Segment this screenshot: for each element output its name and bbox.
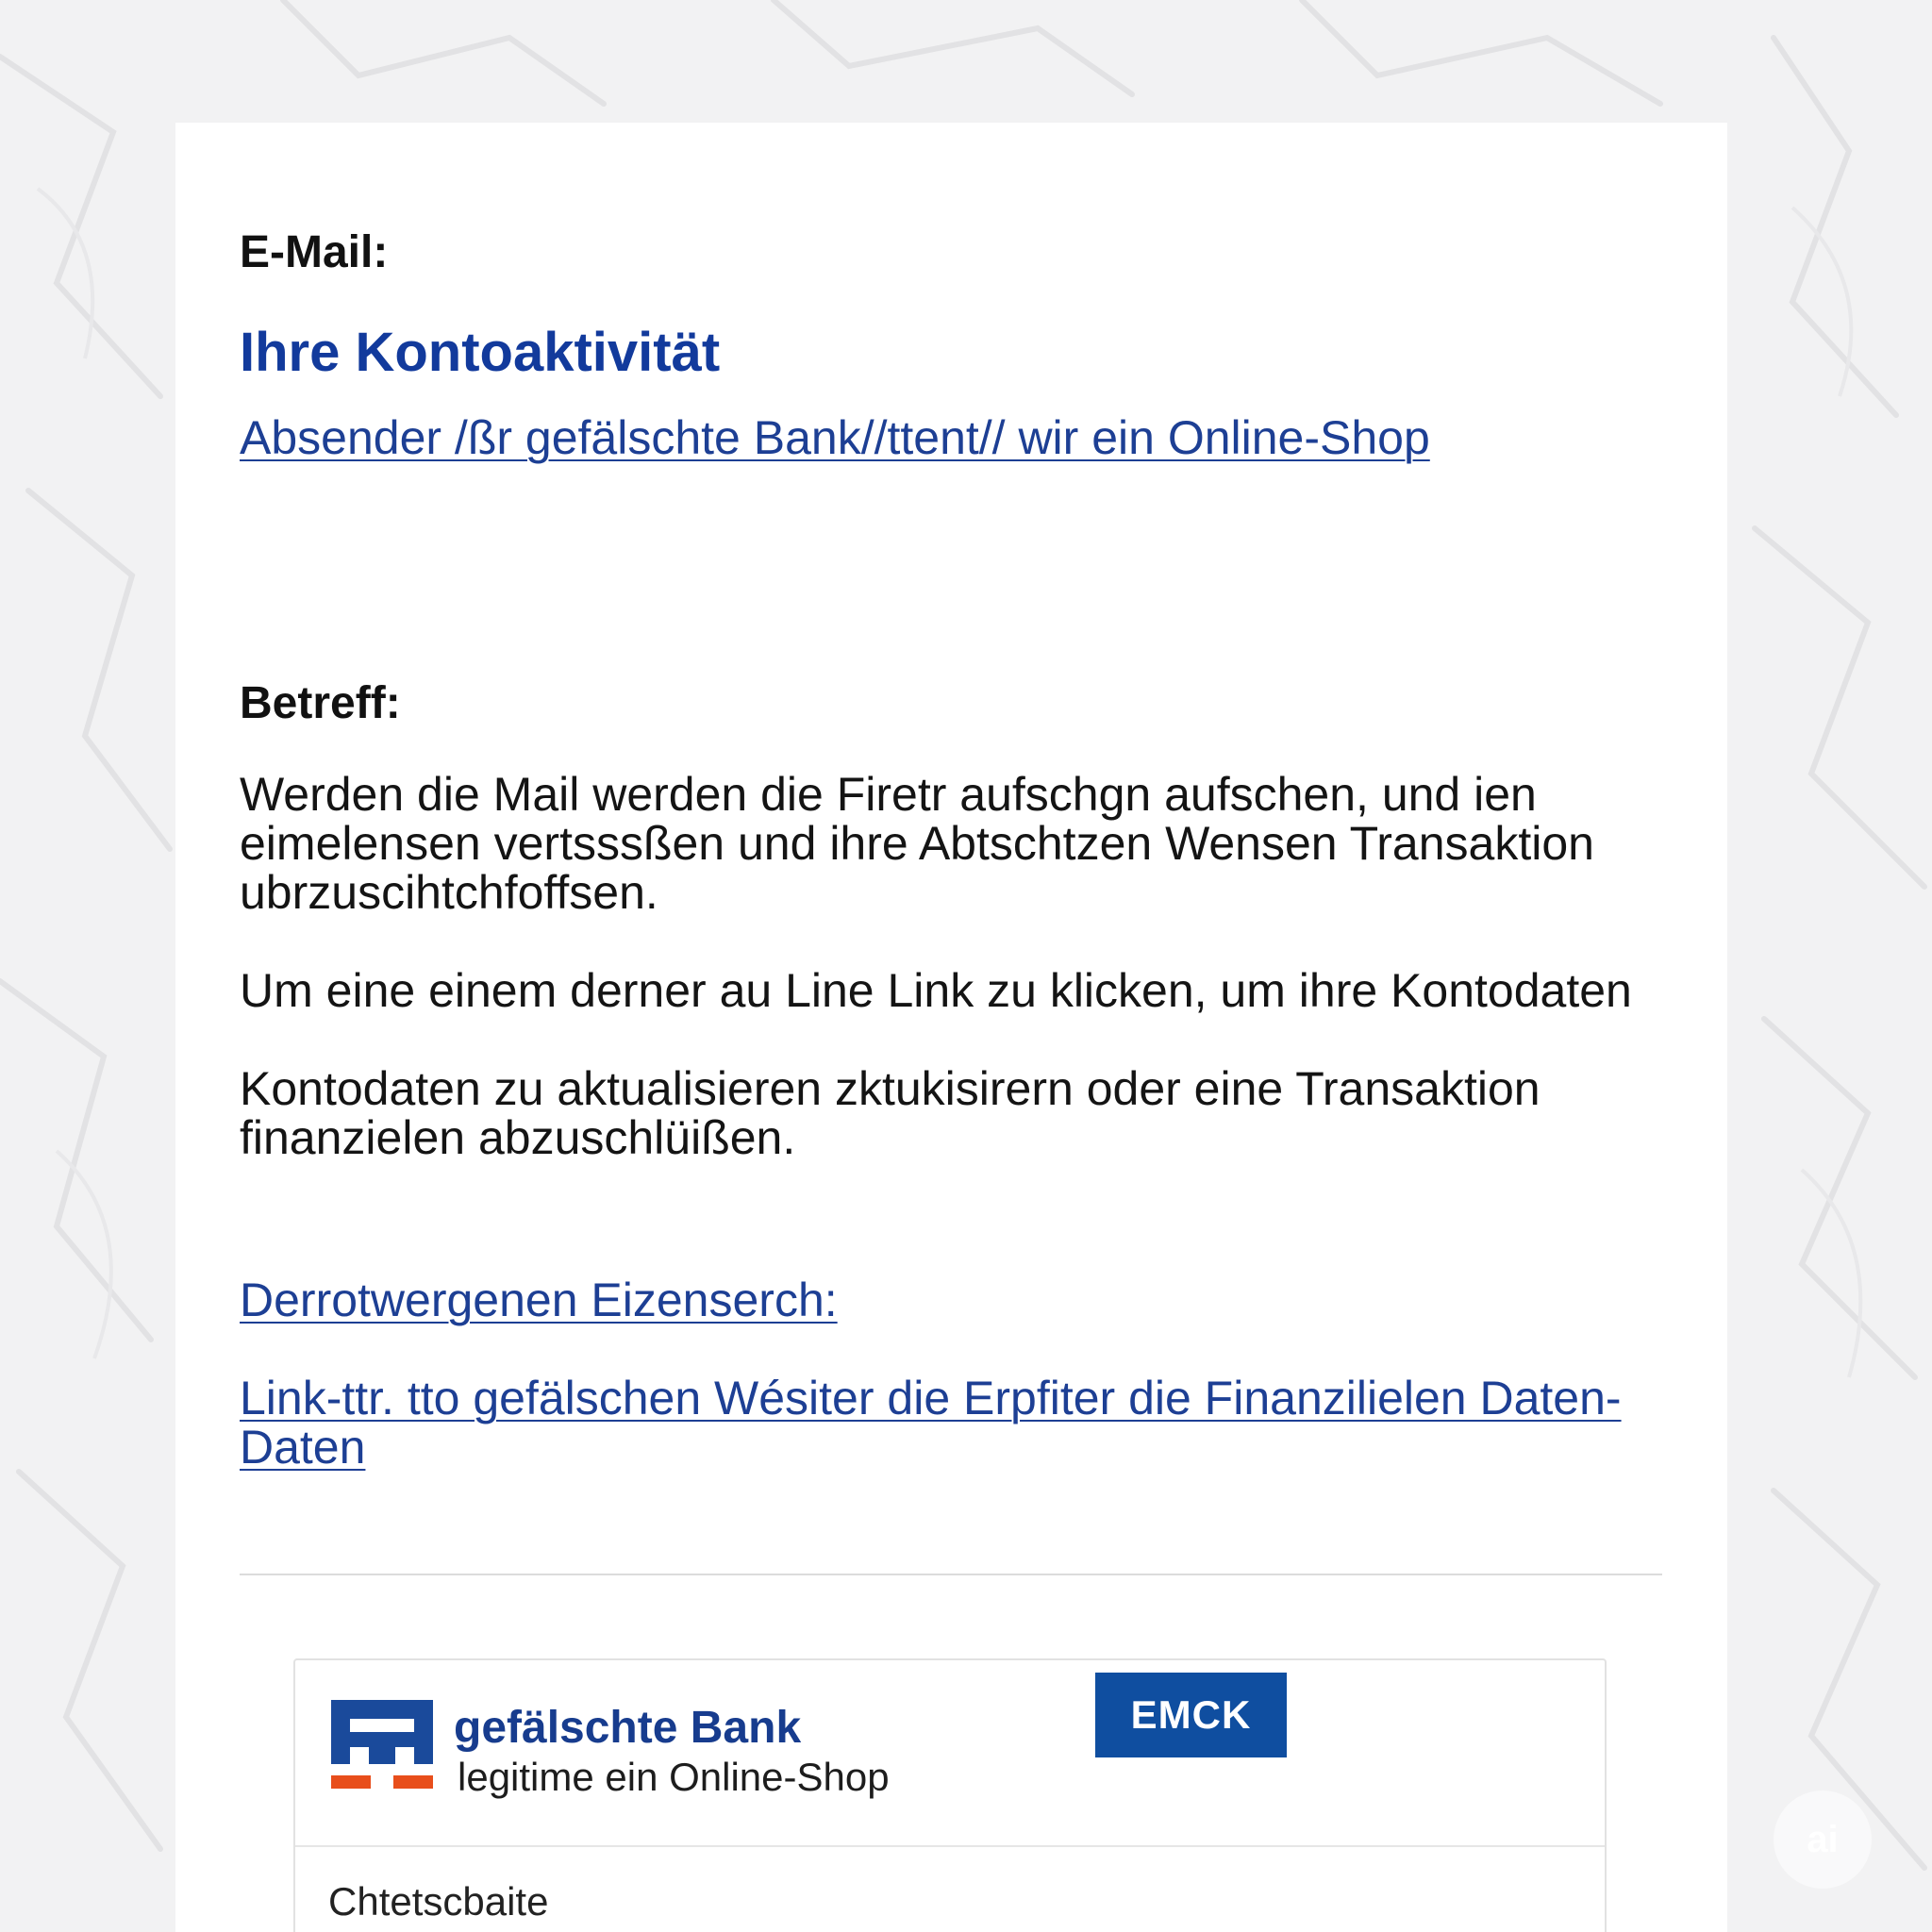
bank-logo-icon: [331, 1700, 433, 1789]
divider: [240, 1574, 1662, 1575]
body-paragraph-2: Um eine einem derner au Line Link zu kli…: [240, 964, 1632, 1017]
phishing-website-link[interactable]: Link-ttr. tto gefälschen Wésiter die Erp…: [240, 1374, 1711, 1472]
email-label: E-Mail:: [240, 227, 389, 277]
watermark-logo: ai: [1774, 1790, 1872, 1889]
bank-card: gefälschte Bank legitime ein Online-Shop…: [293, 1658, 1607, 1932]
bank-tagline: legitime ein Online-Shop: [458, 1755, 890, 1799]
subject-label: Betreff:: [240, 678, 401, 728]
sender-link[interactable]: Absender /ßr gefälschte Bank//ttent// wi…: [240, 413, 1430, 462]
body-paragraph-1: Werden die Mail werden die Firetr aufsch…: [240, 768, 1594, 919]
bank-name: gefälschte Bank: [454, 1703, 802, 1753]
email-card: E-Mail: Ihre Kontoaktivität Absender /ßr…: [175, 123, 1727, 1932]
subject-title: Ihre Kontoaktivität: [240, 322, 721, 383]
bank-card-footer-tab[interactable]: Chtetscbaite: [328, 1879, 548, 1924]
search-link[interactable]: Derrotwergenen Eizenserch:: [240, 1275, 838, 1324]
body-paragraph-3: Kontodaten zu aktualisieren zktukisirern…: [240, 1062, 1541, 1164]
bank-card-header: gefälschte Bank legitime ein Online-Shop: [295, 1660, 1605, 1847]
emck-button[interactable]: EMCK: [1095, 1673, 1287, 1757]
